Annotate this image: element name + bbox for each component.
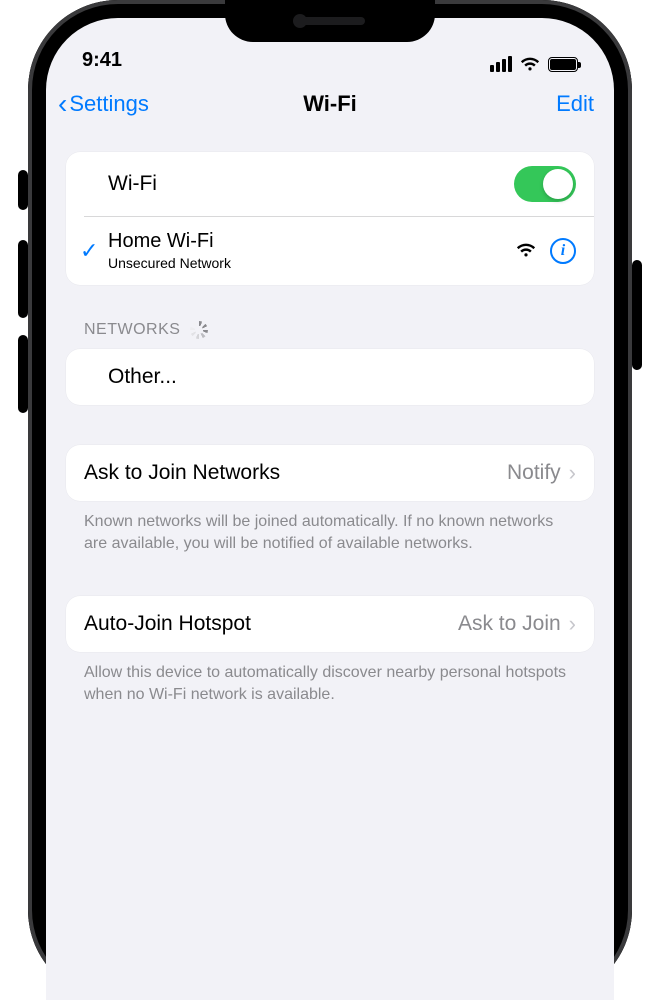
- power-button: [632, 260, 642, 370]
- battery-icon: [548, 57, 578, 72]
- auto-join-hotspot-label: Auto-Join Hotspot: [84, 612, 458, 636]
- auto-join-hotspot-footer: Allow this device to automatically disco…: [66, 652, 594, 707]
- volume-up-button: [18, 240, 28, 318]
- notch: [225, 0, 435, 42]
- phone-frame: 9:41 ‹ Settings Wi-Fi Edit: [28, 0, 632, 1000]
- networks-group: Other...: [66, 349, 594, 405]
- signal-strength-icon: [516, 243, 536, 258]
- networks-header: NETWORKS: [66, 285, 594, 349]
- edit-button[interactable]: Edit: [556, 91, 594, 117]
- wifi-toggle-row: Wi-Fi: [66, 152, 594, 216]
- auto-join-hotspot-row[interactable]: Auto-Join Hotspot Ask to Join ›: [66, 596, 594, 652]
- connected-network-subtitle: Unsecured Network: [108, 255, 516, 271]
- ask-to-join-footer: Known networks will be joined automatica…: [66, 501, 594, 556]
- page-title: Wi-Fi: [303, 91, 357, 117]
- cellular-icon: [490, 56, 512, 72]
- mute-switch: [18, 170, 28, 210]
- connected-network-name: Home Wi-Fi: [108, 230, 516, 253]
- ask-to-join-value: Notify: [507, 461, 561, 485]
- other-network-row[interactable]: Other...: [66, 349, 594, 405]
- checkmark-icon: ✓: [80, 238, 108, 264]
- status-time: 9:41: [82, 49, 122, 72]
- wifi-group: Wi-Fi ✓ Home Wi-Fi Unsecured Network: [66, 152, 594, 285]
- ask-to-join-group: Ask to Join Networks Notify ›: [66, 445, 594, 501]
- ask-to-join-row[interactable]: Ask to Join Networks Notify ›: [66, 445, 594, 501]
- ask-to-join-label: Ask to Join Networks: [84, 461, 507, 485]
- front-camera: [293, 14, 307, 28]
- back-label: Settings: [69, 91, 149, 117]
- info-icon[interactable]: i: [550, 238, 576, 264]
- navigation-bar: ‹ Settings Wi-Fi Edit: [46, 80, 614, 132]
- connected-network-row[interactable]: ✓ Home Wi-Fi Unsecured Network i: [66, 216, 594, 285]
- chevron-right-icon: ›: [569, 460, 576, 486]
- auto-join-hotspot-group: Auto-Join Hotspot Ask to Join ›: [66, 596, 594, 652]
- networks-header-label: NETWORKS: [84, 321, 180, 339]
- spinner-icon: [190, 321, 208, 339]
- other-network-label: Other...: [108, 365, 576, 389]
- wifi-toggle-label: Wi-Fi: [108, 172, 514, 196]
- chevron-left-icon: ‹: [58, 90, 67, 118]
- chevron-right-icon: ›: [569, 611, 576, 637]
- volume-down-button: [18, 335, 28, 413]
- wifi-icon: [520, 57, 540, 72]
- auto-join-hotspot-value: Ask to Join: [458, 612, 561, 636]
- wifi-toggle[interactable]: [514, 166, 576, 202]
- screen: 9:41 ‹ Settings Wi-Fi Edit: [46, 18, 614, 1000]
- back-button[interactable]: ‹ Settings: [58, 90, 149, 118]
